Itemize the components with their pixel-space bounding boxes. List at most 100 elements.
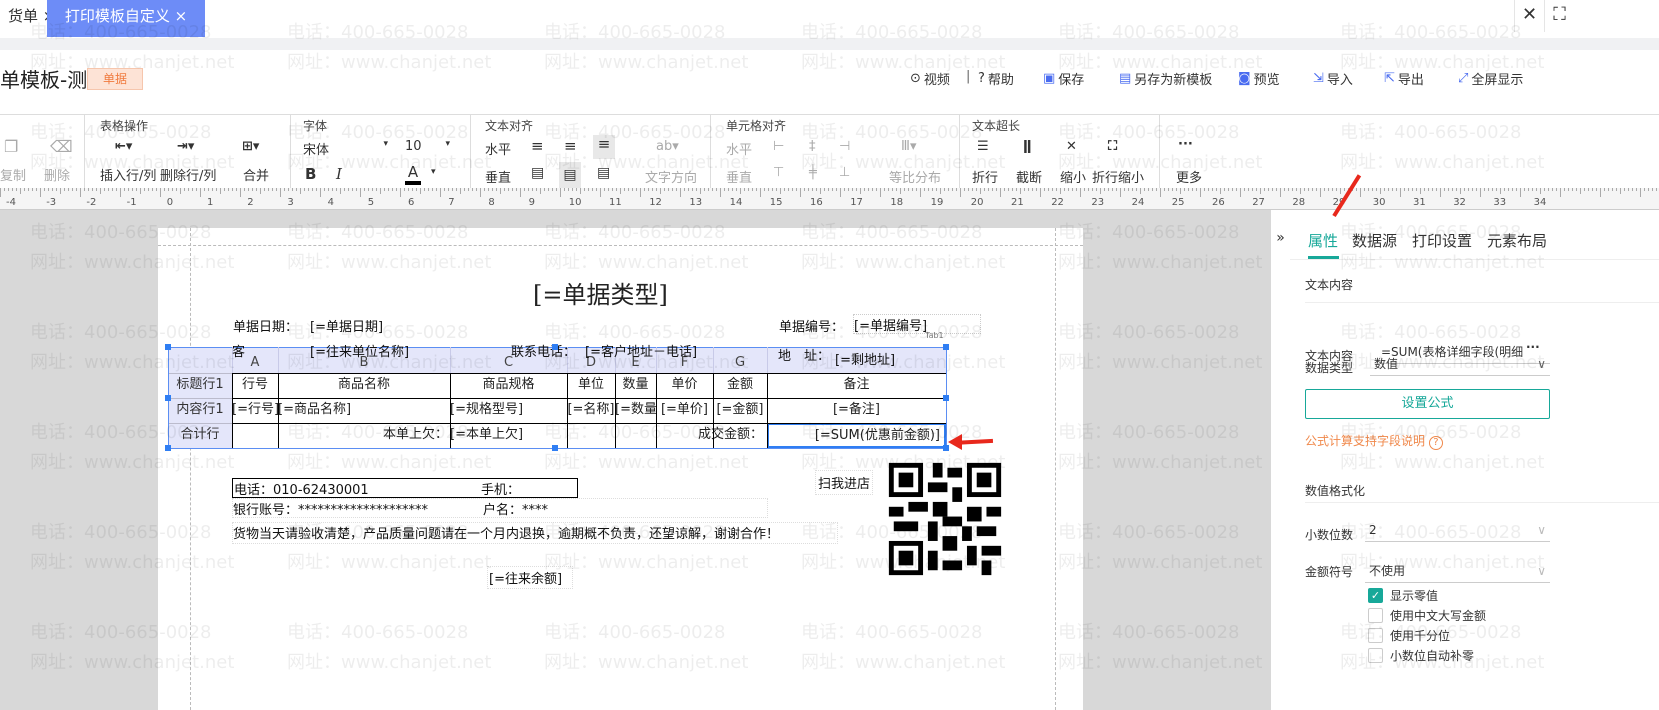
tab-properties[interactable]: 属性 bbox=[1308, 230, 1338, 251]
table-header-cell[interactable]: 单价 bbox=[656, 373, 713, 398]
ruler-tick bbox=[1576, 188, 1577, 191]
ruler-tick bbox=[1620, 188, 1621, 194]
ruler-tick bbox=[1292, 188, 1293, 191]
customer-label[interactable]: 客 bbox=[232, 341, 245, 360]
ruler-tick bbox=[1344, 188, 1345, 191]
table-cell[interactable]: [=金额] bbox=[713, 398, 767, 423]
ruler-tick bbox=[1368, 188, 1369, 191]
table-header-cell[interactable]: 行号 bbox=[232, 373, 278, 398]
table-cell[interactable]: [=备注] bbox=[767, 398, 946, 423]
qr-code-image[interactable] bbox=[884, 458, 1006, 580]
document-title[interactable]: [=单据类型] bbox=[533, 275, 668, 310]
customer-field[interactable]: [=往来单位名称] bbox=[310, 341, 409, 360]
date-field[interactable]: [=单据日期] bbox=[310, 316, 383, 335]
ruler-tick bbox=[1392, 188, 1393, 191]
ruler-tick bbox=[1356, 188, 1357, 191]
label: 全屏显示 bbox=[1471, 73, 1524, 88]
address-field[interactable]: [=剩地址] bbox=[835, 349, 895, 368]
checkbox-icon[interactable]: ✓ bbox=[1368, 588, 1383, 603]
ruler-tick bbox=[1536, 188, 1537, 191]
ruler-tick bbox=[1448, 188, 1449, 191]
number-label[interactable]: 单据编号： bbox=[779, 316, 844, 335]
tab-datasource[interactable]: 数据源 bbox=[1352, 230, 1397, 251]
table-cell[interactable]: [=行号] bbox=[232, 398, 278, 423]
fullscreen-button[interactable]: ⤢ 全屏显示 bbox=[1458, 69, 1523, 88]
notice-field[interactable]: 货物当天请验收清楚，产品质量问题请在一个月内退换，逾期概不负责，还望谅解，谢谢合… bbox=[232, 522, 838, 544]
ruler-label: 33 bbox=[1493, 197, 1507, 208]
table-cell[interactable]: [=名称] bbox=[567, 398, 615, 423]
balance-field[interactable]: [=往来余额] bbox=[487, 566, 573, 589]
resize-handle[interactable] bbox=[165, 445, 171, 451]
table-cell[interactable]: [=单价] bbox=[656, 398, 713, 423]
table-header-cell[interactable]: 商品规格 bbox=[450, 373, 567, 398]
bank-field[interactable]: 银行账号：******************** 户名：**** bbox=[232, 498, 768, 518]
ruler-tick bbox=[1604, 188, 1605, 191]
ruler-tick bbox=[1588, 188, 1589, 191]
table-header-cell[interactable]: 商品名称 bbox=[278, 373, 450, 398]
option-checkbox[interactable]: ✓ 显示零值 bbox=[1368, 587, 1568, 605]
row-header[interactable]: 标题行1 bbox=[168, 373, 232, 398]
row-header[interactable]: 合计行 bbox=[168, 423, 232, 448]
table-cell[interactable]: [=规格型号] bbox=[450, 398, 567, 423]
data-type-select[interactable]: 数值 ∨ bbox=[1370, 354, 1550, 376]
table-cell[interactable]: [=商品名称] bbox=[278, 398, 450, 423]
table-header-cell[interactable]: 数量 bbox=[615, 373, 656, 398]
tel-field[interactable]: 电话：010-62430001 手机： bbox=[232, 478, 578, 498]
resize-handle[interactable] bbox=[943, 344, 949, 350]
ruler-tick bbox=[1460, 188, 1461, 194]
ruler-tick bbox=[1568, 188, 1569, 191]
checkbox-icon[interactable] bbox=[1368, 648, 1383, 663]
table-cell[interactable]: [=数量 bbox=[615, 398, 656, 423]
chevron-down-icon: ∨ bbox=[1537, 564, 1546, 578]
more-icon[interactable]: ··· bbox=[1526, 340, 1540, 354]
total-owed-label[interactable]: 本单上欠： bbox=[278, 423, 450, 448]
checkbox-icon[interactable] bbox=[1368, 608, 1383, 623]
tab-print-settings[interactable]: 打印设置 bbox=[1412, 230, 1472, 251]
phone-field[interactable]: [=客户地址－电话] bbox=[585, 341, 697, 360]
table-header-cell[interactable]: 金额 bbox=[713, 373, 767, 398]
ruler-tick bbox=[1480, 188, 1481, 197]
resize-handle[interactable] bbox=[552, 445, 558, 451]
export-button[interactable]: ⇱ 导出 bbox=[1384, 69, 1424, 88]
ruler-label: 32 bbox=[1453, 197, 1466, 208]
deal-amount-label[interactable]: 成交金额： bbox=[656, 423, 767, 448]
ruler-tick bbox=[1600, 188, 1601, 197]
window-close-icon[interactable]: ✕ bbox=[1514, 0, 1544, 32]
option-checkbox[interactable]: 使用千分位 bbox=[1368, 627, 1568, 645]
number-field[interactable]: [=单据编号] bbox=[853, 314, 981, 334]
fullscreen-icon[interactable]: ⛶ bbox=[1544, 0, 1574, 32]
scan-label[interactable]: 扫我进店 bbox=[815, 470, 874, 495]
ruler-tick bbox=[1476, 188, 1477, 191]
set-formula-button[interactable]: 设置公式 bbox=[1305, 389, 1550, 419]
row-header[interactable]: 内容行1 bbox=[168, 398, 232, 423]
currency-select[interactable]: 不使用 ∨ bbox=[1365, 561, 1550, 583]
ruler-label: 34 bbox=[1533, 197, 1547, 208]
deal-amount-value[interactable]: [=SUM(优惠前金额)] bbox=[767, 423, 946, 448]
decimal-value: 2 bbox=[1369, 523, 1377, 537]
collapse-panel-button[interactable]: » bbox=[1271, 220, 1290, 258]
resize-handle[interactable] bbox=[165, 395, 171, 401]
ruler-tick bbox=[1488, 188, 1489, 191]
ruler-tick bbox=[1644, 188, 1645, 191]
ruler-tick bbox=[1312, 188, 1313, 191]
decimal-select[interactable]: 2 ∨ bbox=[1365, 520, 1550, 542]
ruler-tick bbox=[1496, 188, 1497, 191]
option-checkbox[interactable]: 小数位自动补零 bbox=[1368, 647, 1568, 665]
column-header[interactable]: G bbox=[713, 349, 767, 373]
tab-element-layout[interactable]: 元素布局 bbox=[1487, 230, 1547, 251]
resize-handle[interactable] bbox=[943, 395, 949, 401]
table-header-cell[interactable]: 单位 bbox=[567, 373, 615, 398]
formula-help-link[interactable]: 公式计算支持字段说明 ? bbox=[1305, 432, 1443, 450]
date-label[interactable]: 单据日期： bbox=[233, 316, 298, 335]
resize-handle[interactable] bbox=[165, 344, 171, 350]
resize-handle[interactable] bbox=[552, 344, 558, 350]
import-button[interactable]: ⇲ 导入 bbox=[1313, 69, 1353, 88]
checkbox-icon[interactable] bbox=[1368, 628, 1383, 643]
total-owed-value[interactable]: [=本单上欠] bbox=[450, 423, 567, 448]
ruler-tick bbox=[1492, 188, 1493, 191]
option-checkbox[interactable]: 使用中文大写金额 bbox=[1368, 607, 1568, 625]
ruler-tick bbox=[1524, 188, 1525, 191]
address-label[interactable]: 地 址： bbox=[778, 345, 830, 364]
phone-label[interactable]: 联系电话： bbox=[511, 341, 576, 360]
table-header-cell[interactable]: 备注 bbox=[767, 373, 946, 398]
